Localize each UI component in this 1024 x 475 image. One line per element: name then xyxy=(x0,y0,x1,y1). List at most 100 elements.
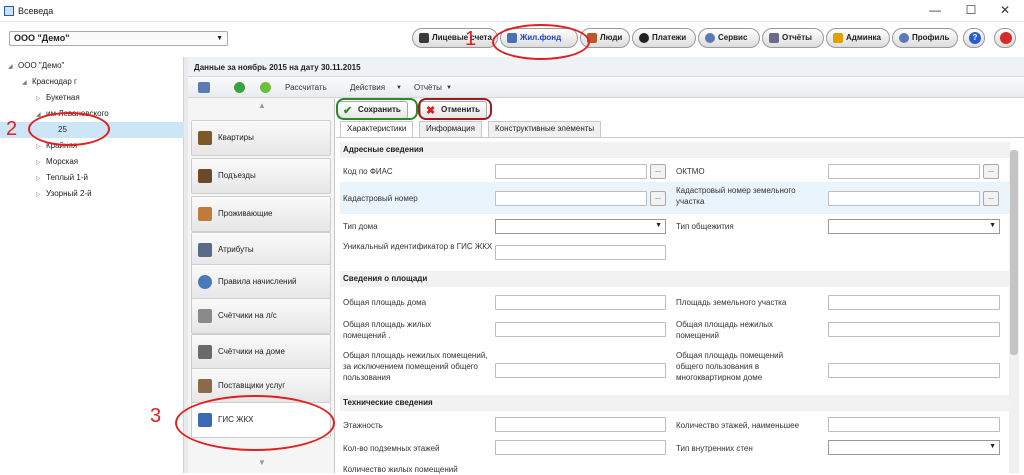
people-label: Люди xyxy=(600,33,623,42)
sync-icon[interactable] xyxy=(260,82,271,93)
common-area-input[interactable] xyxy=(828,363,1000,378)
nav-charge-rules[interactable]: Правила начислений xyxy=(191,264,331,300)
calculate-button[interactable]: Рассчитать xyxy=(285,83,327,92)
floors-input[interactable] xyxy=(495,417,666,432)
nav-house-meters[interactable]: Счётчики на доме xyxy=(191,334,331,370)
underground-input[interactable] xyxy=(495,440,666,455)
chevron-down-icon: ▼ xyxy=(989,222,996,229)
payments-label: Платежи xyxy=(652,33,687,42)
reports-button[interactable]: Отчёты xyxy=(762,28,824,48)
oktmo-lookup-button[interactable]: ... xyxy=(983,164,999,179)
tab-structural[interactable]: Конструктивные элементы xyxy=(488,121,602,137)
entrance-icon xyxy=(198,169,212,183)
tree-node-label: Теплый 1-й xyxy=(46,173,88,182)
house-type-select[interactable]: ▼ xyxy=(495,219,666,234)
service-button[interactable]: Сервис xyxy=(698,28,760,48)
chevron-down-icon: ▼ xyxy=(655,222,662,229)
label-cadastral: Кадастровый номер xyxy=(343,194,418,203)
total-area-input[interactable] xyxy=(495,295,666,310)
fias-input[interactable] xyxy=(495,164,647,179)
payments-button[interactable]: Платежи xyxy=(632,28,696,48)
tree-node-street[interactable]: ▷ Узорный 2-й xyxy=(36,189,92,198)
accounts-button[interactable]: Лицевые счета xyxy=(412,28,498,48)
form-scrollbar[interactable] xyxy=(1009,150,1019,473)
people-icon xyxy=(198,207,212,221)
maximize-button[interactable]: ☐ xyxy=(958,2,984,19)
living-area-input[interactable] xyxy=(495,322,666,337)
nav-label: Правила начислений xyxy=(218,277,297,286)
label-wall-type: Тип внутренних стен xyxy=(676,444,753,453)
scroll-up-icon[interactable]: ▲ xyxy=(258,101,266,110)
fias-lookup-button[interactable]: ... xyxy=(650,164,666,179)
tree-node-street[interactable]: ▷ Морская xyxy=(36,157,78,166)
tab-divider xyxy=(336,137,1024,138)
scrollbar-thumb[interactable] xyxy=(1010,150,1018,355)
label-underground: Кол-во подземных этажей xyxy=(343,444,440,453)
reports-label: Отчёты xyxy=(782,33,812,42)
help-icon: ? xyxy=(969,32,981,44)
label-fias: Код по ФИАС xyxy=(343,167,393,176)
collapse-icon: ▷ xyxy=(36,96,41,102)
nonliving-excl-input[interactable] xyxy=(495,363,666,378)
tools-icon xyxy=(198,243,212,257)
tree-node-city[interactable]: ◢ Краснодар г xyxy=(22,77,77,86)
door-icon xyxy=(198,131,212,145)
scroll-down-icon[interactable]: ▼ xyxy=(258,458,266,467)
tab-characteristics[interactable]: Характеристики xyxy=(340,121,414,137)
label-total-area: Общая площадь дома xyxy=(343,298,427,307)
warning-icon xyxy=(833,33,843,43)
tree-node-root[interactable]: ◢ ООО "Демо" xyxy=(8,61,64,70)
org-select[interactable]: ООО "Демо" ▼ xyxy=(9,31,228,46)
annotation-2: 2 xyxy=(6,118,18,140)
cadastral-input[interactable] xyxy=(495,191,647,206)
profile-icon xyxy=(899,33,909,43)
nav-label: Атрибуты xyxy=(218,245,254,254)
nav-attributes[interactable]: Атрибуты xyxy=(191,232,331,268)
tab-information[interactable]: Информация xyxy=(419,121,482,137)
collapse-icon: ▷ xyxy=(36,176,41,182)
gis-id-input[interactable] xyxy=(495,245,666,260)
tree-node-street[interactable]: ▷ Букетная xyxy=(36,93,80,102)
people-icon xyxy=(198,379,212,393)
nav-account-meters[interactable]: Счётчики на л/с xyxy=(191,298,331,334)
cancel-highlight xyxy=(418,98,492,120)
title-bar: Всеведа — ☐ ✕ xyxy=(0,0,1024,22)
tree-node-label: Морская xyxy=(46,157,79,166)
cadastral-land-input[interactable] xyxy=(828,191,980,206)
cadastral-lookup-button[interactable]: ... xyxy=(650,191,666,206)
profile-button[interactable]: Профиль xyxy=(892,28,958,48)
wall-type-select[interactable]: ▼ xyxy=(828,440,1000,455)
nav-label: Подъезды xyxy=(218,171,256,180)
period-header: Данные за ноябрь 2015 на дату 30.11.2015 xyxy=(188,57,1024,77)
dorm-type-select[interactable]: ▼ xyxy=(828,219,1000,234)
admin-button[interactable]: Админка xyxy=(826,28,890,48)
meter-icon xyxy=(198,345,212,359)
land-area-input[interactable] xyxy=(828,295,1000,310)
building-icon[interactable] xyxy=(198,82,210,93)
actions-menu[interactable]: Действия xyxy=(350,83,385,92)
floors-min-input[interactable] xyxy=(828,417,1000,432)
label-gis-id: Уникальный идентификатор в ГИС ЖКХ xyxy=(343,242,493,251)
nav-residents[interactable]: Проживающие xyxy=(191,196,331,232)
help-button[interactable]: ? xyxy=(963,28,985,48)
tree-node-street[interactable]: ▷ Теплый 1-й xyxy=(36,173,88,182)
reports-menu[interactable]: Отчёты xyxy=(414,83,442,92)
minimize-button[interactable]: — xyxy=(922,2,948,19)
chevron-down-icon: ▼ xyxy=(989,443,996,450)
cadastral-land-lookup-button[interactable]: ... xyxy=(983,191,999,206)
expand-icon: ◢ xyxy=(8,64,13,70)
close-button[interactable]: ✕ xyxy=(992,2,1018,19)
nonliving-area-input[interactable] xyxy=(828,322,1000,337)
section-tech: Технические сведения xyxy=(340,395,1010,411)
app-icon xyxy=(4,6,14,16)
expand-icon: ◢ xyxy=(22,80,27,86)
nav-label: Квартиры xyxy=(218,133,254,142)
org-select-value: ООО "Демо" xyxy=(14,33,70,43)
oktmo-input[interactable] xyxy=(828,164,980,179)
logout-button[interactable] xyxy=(994,28,1016,48)
profile-label: Профиль xyxy=(912,33,950,42)
nav-entrances[interactable]: Подъезды xyxy=(191,158,331,194)
refresh-icon[interactable] xyxy=(234,82,245,93)
nav-flats[interactable]: Квартиры xyxy=(191,120,331,156)
nav-label: Поставщики услуг xyxy=(218,381,286,390)
